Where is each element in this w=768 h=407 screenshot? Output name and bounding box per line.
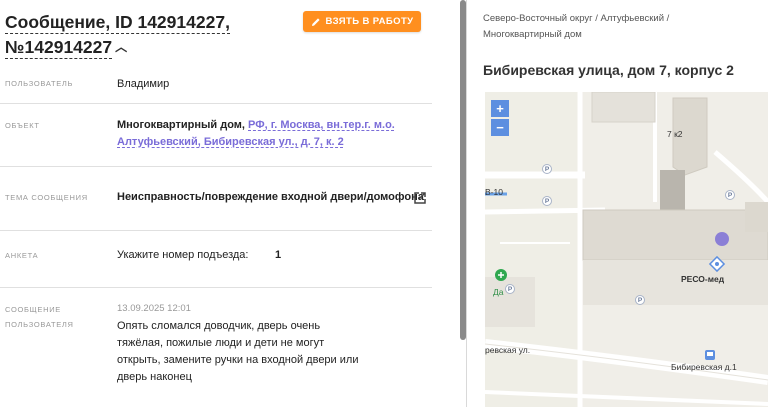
object-type: Многоквартирный дом, (117, 119, 245, 131)
field-user-value: Владимир (117, 78, 170, 90)
map-canvas (485, 92, 768, 407)
map[interactable]: + − 7 к2 В-10 РЕСО-мед Да ревская ул. Би… (485, 92, 768, 407)
field-message-label-line2: ПОЛЬЗОВАТЕЛЯ (5, 320, 74, 329)
field-object-value: Многоквартирный дом, РФ, г. Москва, вн.т… (117, 117, 427, 151)
address-heading: Бибиревская улица, дом 7, корпус 2 (483, 62, 734, 78)
map-label-pharmacy[interactable]: Да (493, 287, 503, 297)
divider (0, 287, 432, 288)
survey-question: Укажите номер подъезда: (117, 249, 249, 261)
map-label-reso[interactable]: РЕСО-мед (681, 274, 724, 284)
map-building-label: 7 к2 (667, 129, 683, 139)
map-label-street: ревская ул. (485, 345, 531, 355)
breadcrumb: Северо-Восточный округ / Алтуфьевский / … (483, 11, 763, 43)
field-user-label: ПОЛЬЗОВАТЕЛЬ (5, 79, 74, 88)
parking-icon[interactable]: P (542, 196, 552, 206)
parking-icon[interactable]: P (542, 164, 552, 174)
field-topic-label: ТЕМА СООБЩЕНИЯ (5, 193, 88, 202)
message-text-line3: открыть, замените ручки на входной двери… (117, 354, 359, 366)
zoom-in-button[interactable]: + (491, 100, 509, 117)
zoom-out-button[interactable]: − (491, 119, 509, 136)
message-title-line2: №142914227 (5, 37, 113, 59)
field-survey: АНКЕТА Укажите номер подъезда: 1 (0, 246, 432, 270)
object-address-link-line2[interactable]: Алтуфьевский, Бибиревская ул., д. 7, к. … (117, 136, 344, 148)
field-survey-label: АНКЕТА (5, 251, 39, 260)
message-text-line2: тяжёлая, пожилые люди и дети не могут (117, 337, 325, 349)
field-user-message: СООБЩЕНИЕ ПОЛЬЗОВАТЕЛЯ 13.09.2025 12:01 … (0, 300, 432, 390)
pencil-icon (311, 17, 320, 26)
external-link-icon[interactable] (413, 191, 427, 205)
field-object: ОБЪЕКТ Многоквартирный дом, РФ, г. Москв… (0, 116, 432, 162)
field-topic: ТЕМА СООБЩЕНИЯ Неисправность/повреждение… (0, 188, 432, 212)
message-text-line4: дверь наконец (117, 371, 192, 383)
message-title-line1: Сообщение, ID 142914227, (5, 12, 230, 34)
breadcrumb-line1: Северо-Восточный округ / Алтуфьевский / (483, 13, 670, 24)
parking-icon[interactable]: P (505, 284, 515, 294)
field-topic-value: Неисправность/повреждение входной двери/… (117, 191, 424, 203)
parking-icon[interactable]: P (635, 295, 645, 305)
message-date: 13.09.2025 12:01 (117, 303, 191, 314)
message-title[interactable]: Сообщение, ID 142914227, №142914227 ︿ (5, 10, 295, 62)
message-text: Опять сломался доводчик, дверь очень тяж… (117, 318, 437, 386)
field-message-label: СООБЩЕНИЕ ПОЛЬЗОВАТЕЛЯ (5, 302, 95, 332)
field-user: ПОЛЬЗОВАТЕЛЬ Владимир (0, 74, 432, 104)
take-to-work-label: ВЗЯТЬ В РАБОТУ (325, 16, 414, 27)
field-object-label: ОБЪЕКТ (5, 121, 40, 130)
object-address-link[interactable]: РФ, г. Москва, вн.тер.г. м.о. (248, 119, 395, 131)
divider (0, 230, 432, 231)
take-to-work-button[interactable]: ВЗЯТЬ В РАБОТУ (303, 11, 421, 32)
location-panel: Северо-Восточный округ / Алтуфьевский / … (467, 0, 768, 407)
breadcrumb-line2: Многоквартирный дом (483, 29, 582, 40)
chevron-up-icon[interactable]: ︿ (115, 35, 127, 60)
map-label-bus-stop[interactable]: Бибиревская д.1 (671, 362, 737, 372)
message-panel: Сообщение, ID 142914227, №142914227 ︿ ВЗЯ… (0, 0, 463, 407)
map-label-b10: В-10 (485, 187, 503, 197)
divider (0, 103, 432, 104)
parking-icon[interactable]: P (725, 190, 735, 200)
field-message-label-line1: СООБЩЕНИЕ (5, 305, 61, 314)
message-text-line1: Опять сломался доводчик, дверь очень (117, 320, 321, 332)
survey-answer: 1 (275, 249, 282, 261)
divider (0, 166, 432, 167)
